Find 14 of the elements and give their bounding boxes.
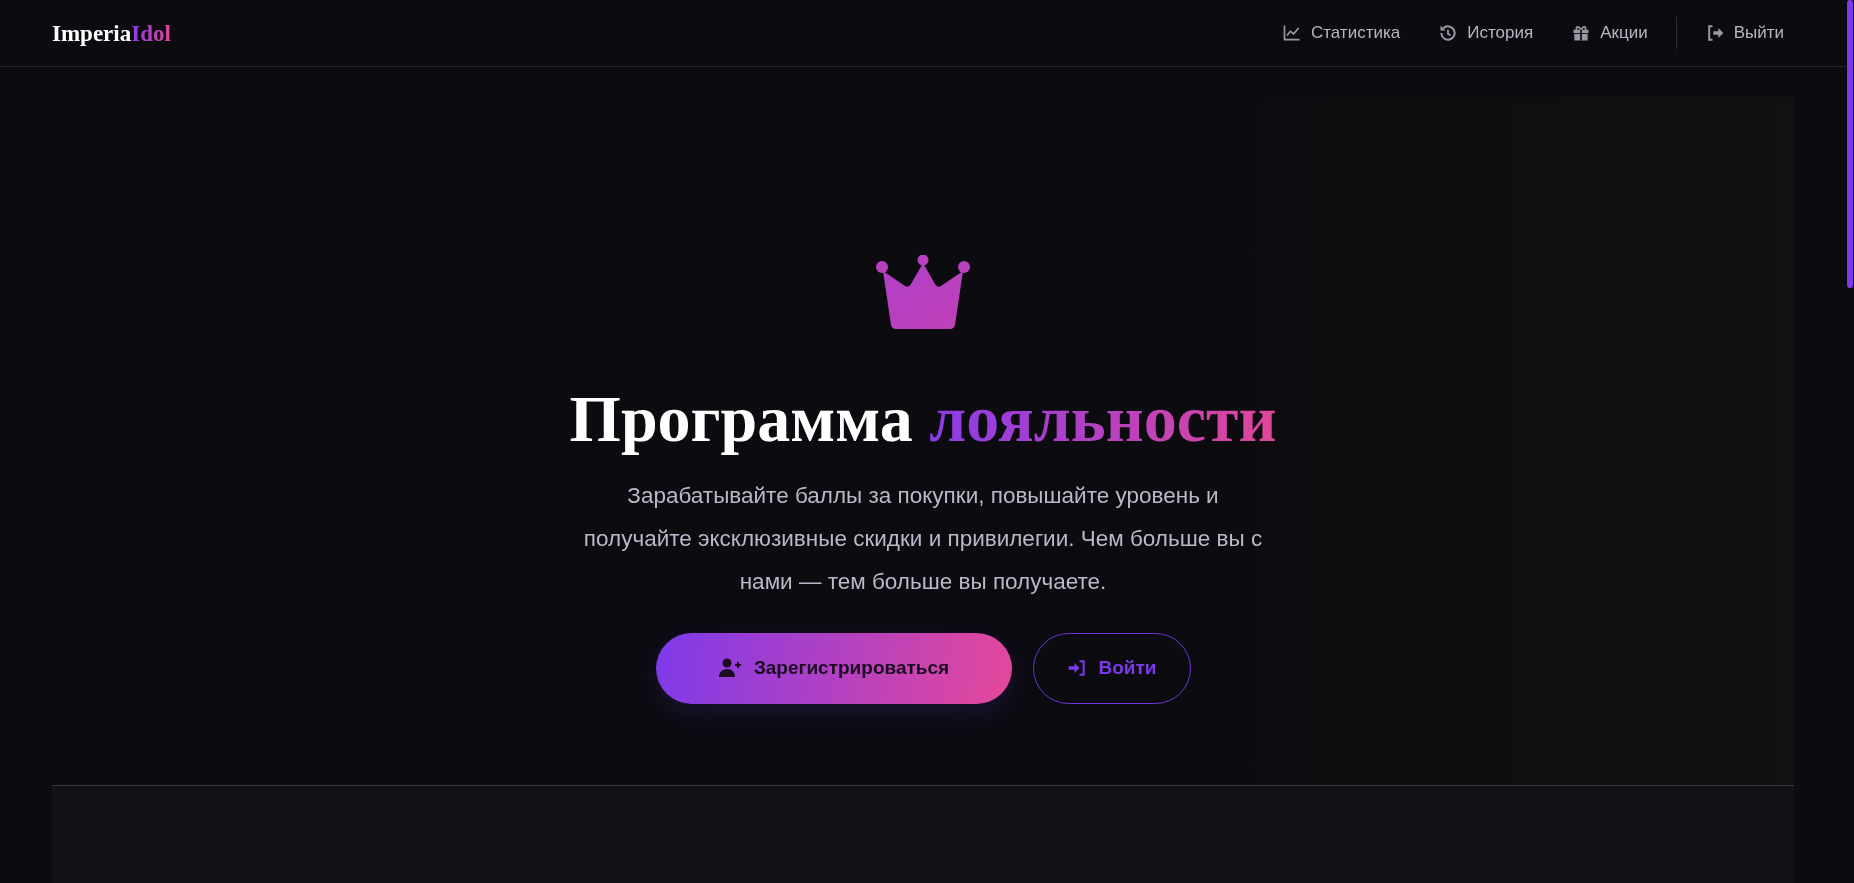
logout-link[interactable]: Выйти [1704,23,1784,43]
nav-link[interactable]: Акции [1571,23,1648,43]
line-chart-icon [1281,23,1302,43]
hero-description: Зарабатывайте баллы за покупки, повышайте уровень и получайте эксклюзивные скидки и привилегии. Чем больше вы с нами — тем больше вы получаете. [583,481,1263,596]
crown-icon [875,255,971,331]
history-icon [1438,23,1459,43]
gift-icon [1571,23,1592,43]
logo[interactable]: ImperiaIdol [52,21,171,45]
nav-link[interactable]: Статистика [1281,23,1401,43]
login-icon [1066,658,1087,679]
scrollbar-thumb[interactable] [1847,0,1853,288]
register-button[interactable]: Зарегистрироваться [655,632,1012,704]
hero-title: Программа лояльности [569,383,1277,456]
nav-link[interactable]: История [1438,23,1534,43]
